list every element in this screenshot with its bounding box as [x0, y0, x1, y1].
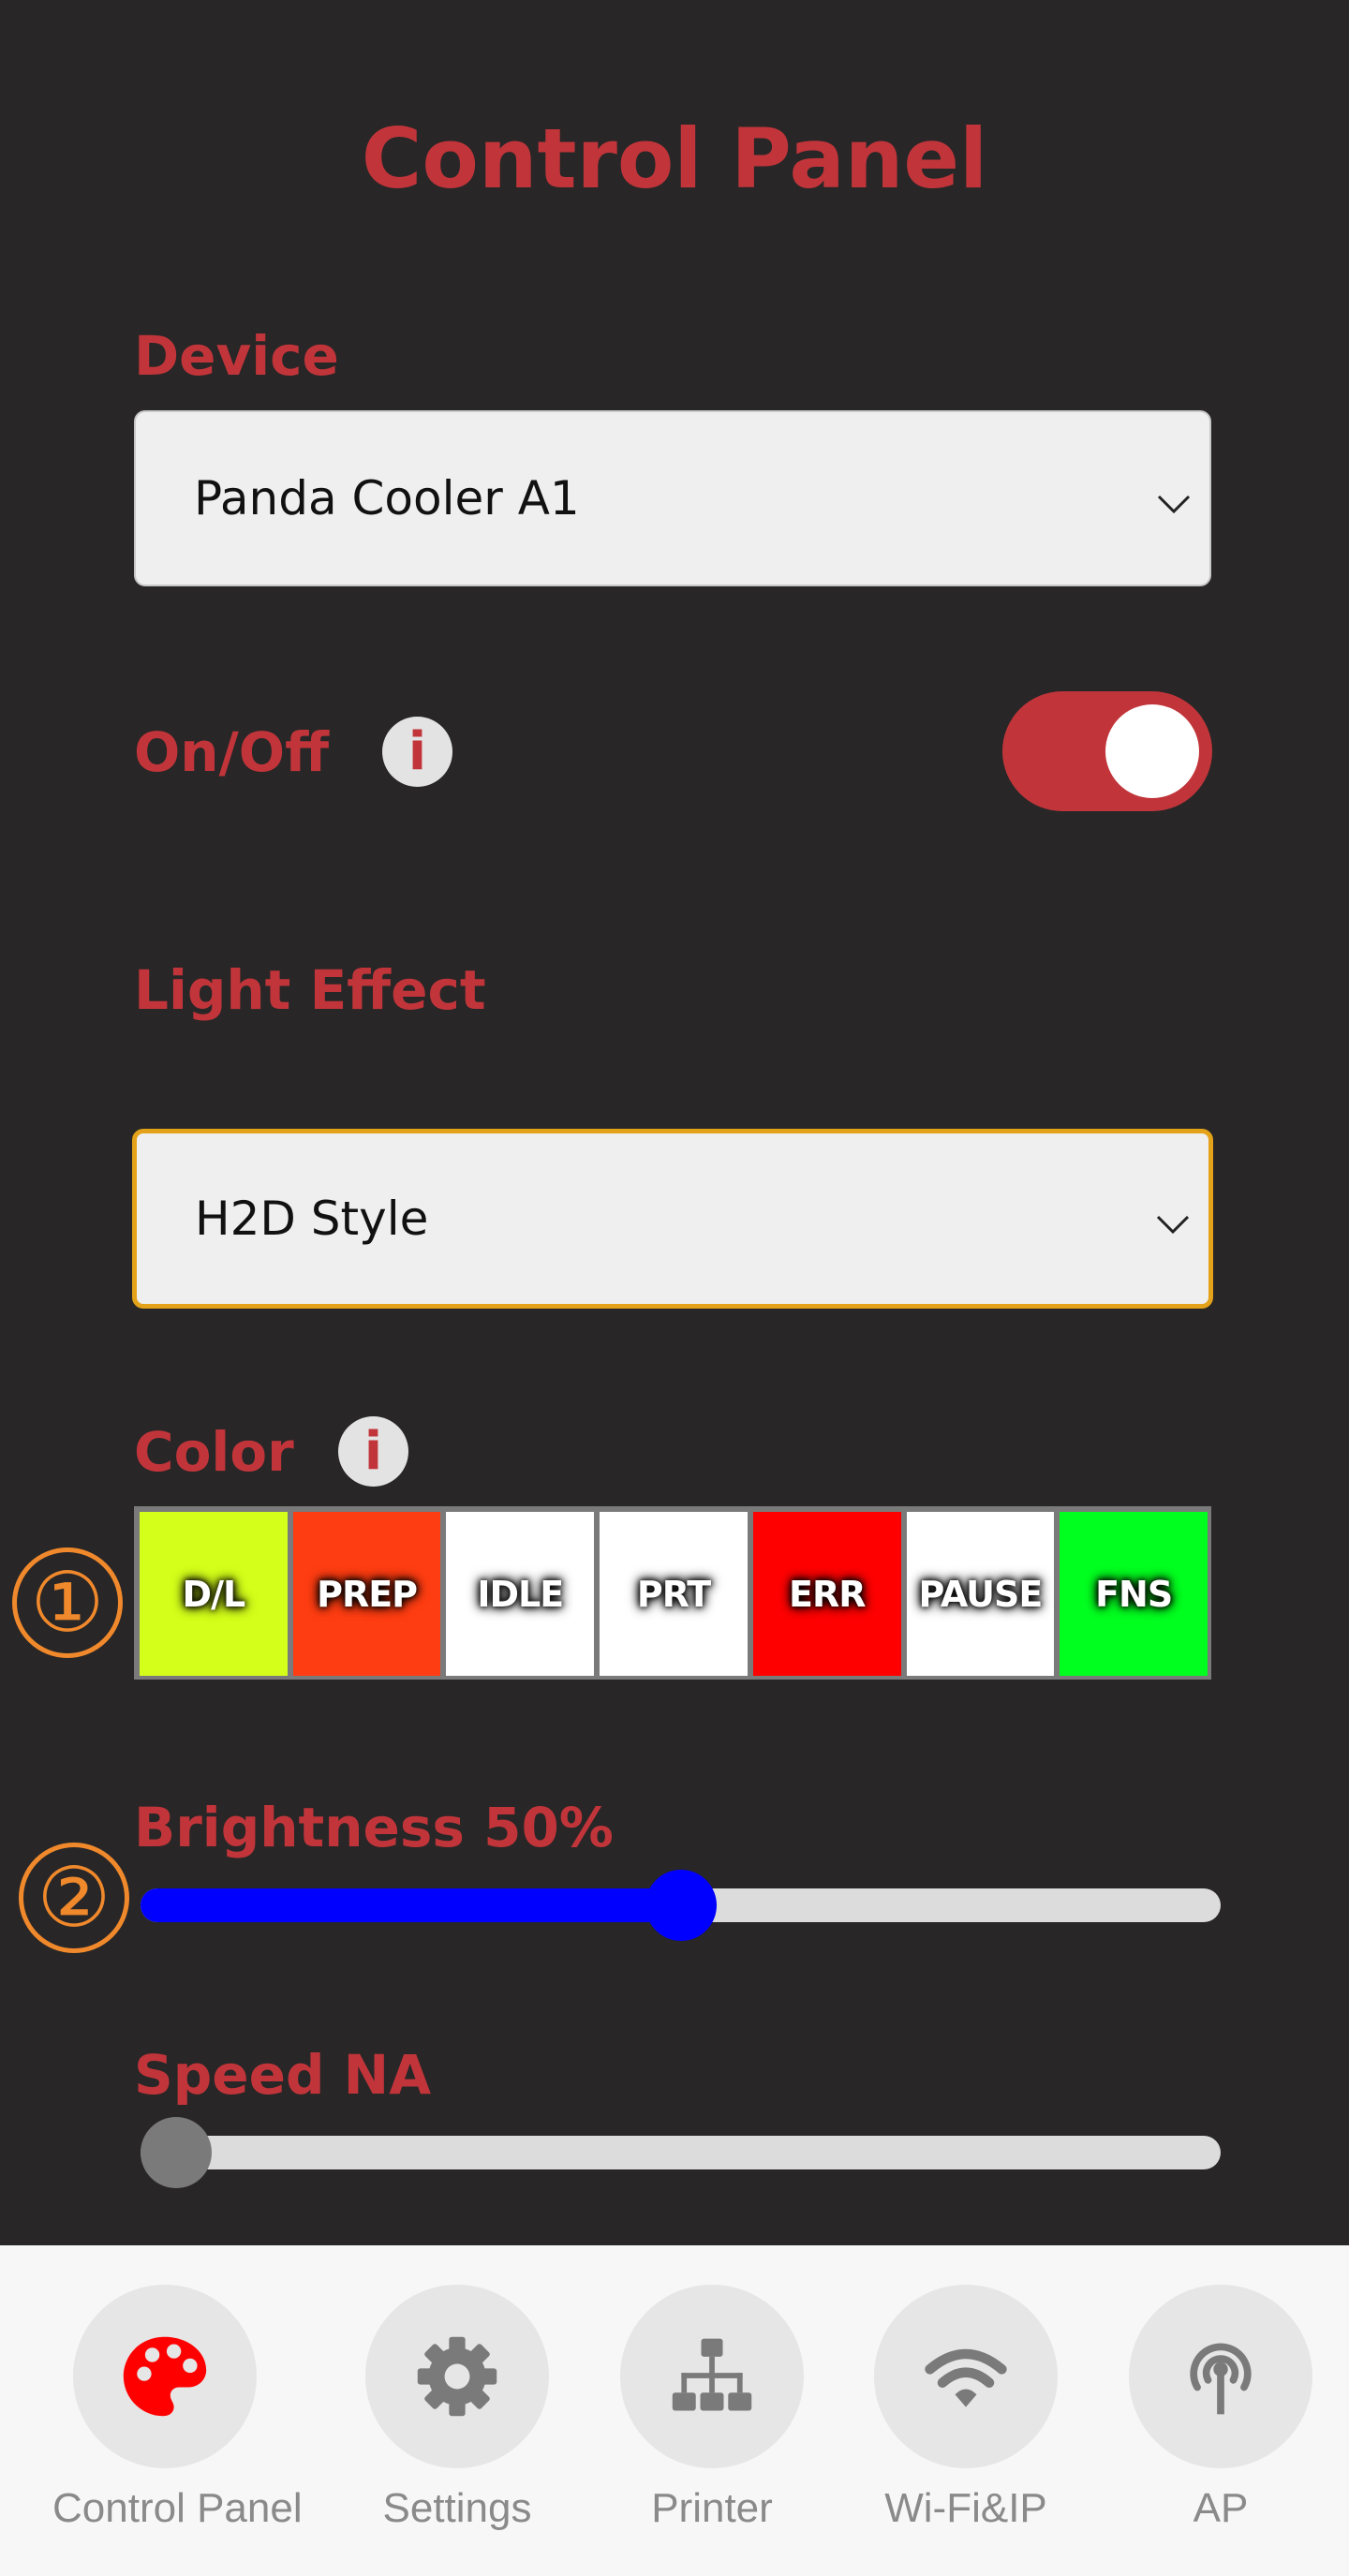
- brightness-slider[interactable]: [141, 1870, 1221, 1941]
- power-toggle[interactable]: [1002, 691, 1212, 811]
- device-label: Device: [134, 324, 339, 388]
- nav-settings[interactable]: Settings: [345, 2285, 570, 2532]
- swatch-fns[interactable]: FNS: [1060, 1512, 1208, 1676]
- swatch-dl[interactable]: D/L: [140, 1512, 288, 1676]
- bottom-nav: Control Panel Settings Printer Wi-Fi&IP …: [0, 2245, 1349, 2576]
- swatch-prt[interactable]: PRT: [600, 1512, 748, 1676]
- nav-ap[interactable]: AP: [1108, 2285, 1333, 2532]
- chevron-down-icon: [1157, 471, 1191, 526]
- power-info-icon[interactable]: i: [382, 717, 452, 787]
- light-effect-select-value: H2D Style: [195, 1192, 429, 1246]
- device-select-value: Panda Cooler A1: [194, 471, 580, 526]
- page-title: Control Panel: [361, 111, 988, 207]
- annotation-marker-2: ②: [19, 1843, 129, 1953]
- brightness-slider-fill: [141, 1888, 681, 1922]
- speed-slider[interactable]: [141, 2117, 1221, 2188]
- swatch-pause[interactable]: PAUSE: [906, 1512, 1055, 1676]
- swatch-err[interactable]: ERR: [752, 1512, 901, 1676]
- brightness-label: Brightness 50%: [134, 1796, 614, 1859]
- nav-wifi[interactable]: Wi-Fi&IP: [853, 2285, 1078, 2532]
- swatch-idle[interactable]: IDLE: [446, 1512, 595, 1676]
- toggle-knob: [1105, 704, 1199, 798]
- brightness-slider-thumb[interactable]: [645, 1870, 717, 1941]
- nav-label-printer: Printer: [651, 2485, 773, 2531]
- nav-control-panel[interactable]: Control Panel: [52, 2285, 303, 2532]
- light-effect-label: Light Effect: [134, 958, 486, 1022]
- nav-label-ap: AP: [1193, 2485, 1249, 2531]
- annotation-marker-1: ①: [12, 1547, 123, 1658]
- wifi-icon: [874, 2285, 1058, 2468]
- device-select[interactable]: Panda Cooler A1: [134, 410, 1211, 586]
- antenna-icon: [1129, 2285, 1312, 2468]
- network-icon: [620, 2285, 804, 2468]
- color-info-icon[interactable]: i: [338, 1416, 408, 1487]
- nav-label-settings: Settings: [382, 2485, 532, 2531]
- speed-slider-thumb[interactable]: [141, 2117, 212, 2188]
- power-label: On/Off: [134, 720, 330, 784]
- gear-icon: [365, 2285, 549, 2468]
- speed-label: Speed NA: [134, 2043, 432, 2107]
- light-effect-select[interactable]: H2D Style: [132, 1129, 1213, 1309]
- swatch-prep[interactable]: PREP: [292, 1512, 441, 1676]
- chevron-down-icon: [1156, 1192, 1190, 1246]
- palette-icon: [73, 2285, 257, 2468]
- color-swatch-bar: D/L PREP IDLE PRT ERR PAUSE FNS: [134, 1506, 1211, 1680]
- color-label: Color: [134, 1420, 294, 1484]
- nav-label-wifi: Wi-Fi&IP: [884, 2485, 1047, 2531]
- nav-printer[interactable]: Printer: [600, 2285, 824, 2532]
- nav-label-control-panel: Control Panel: [52, 2485, 303, 2531]
